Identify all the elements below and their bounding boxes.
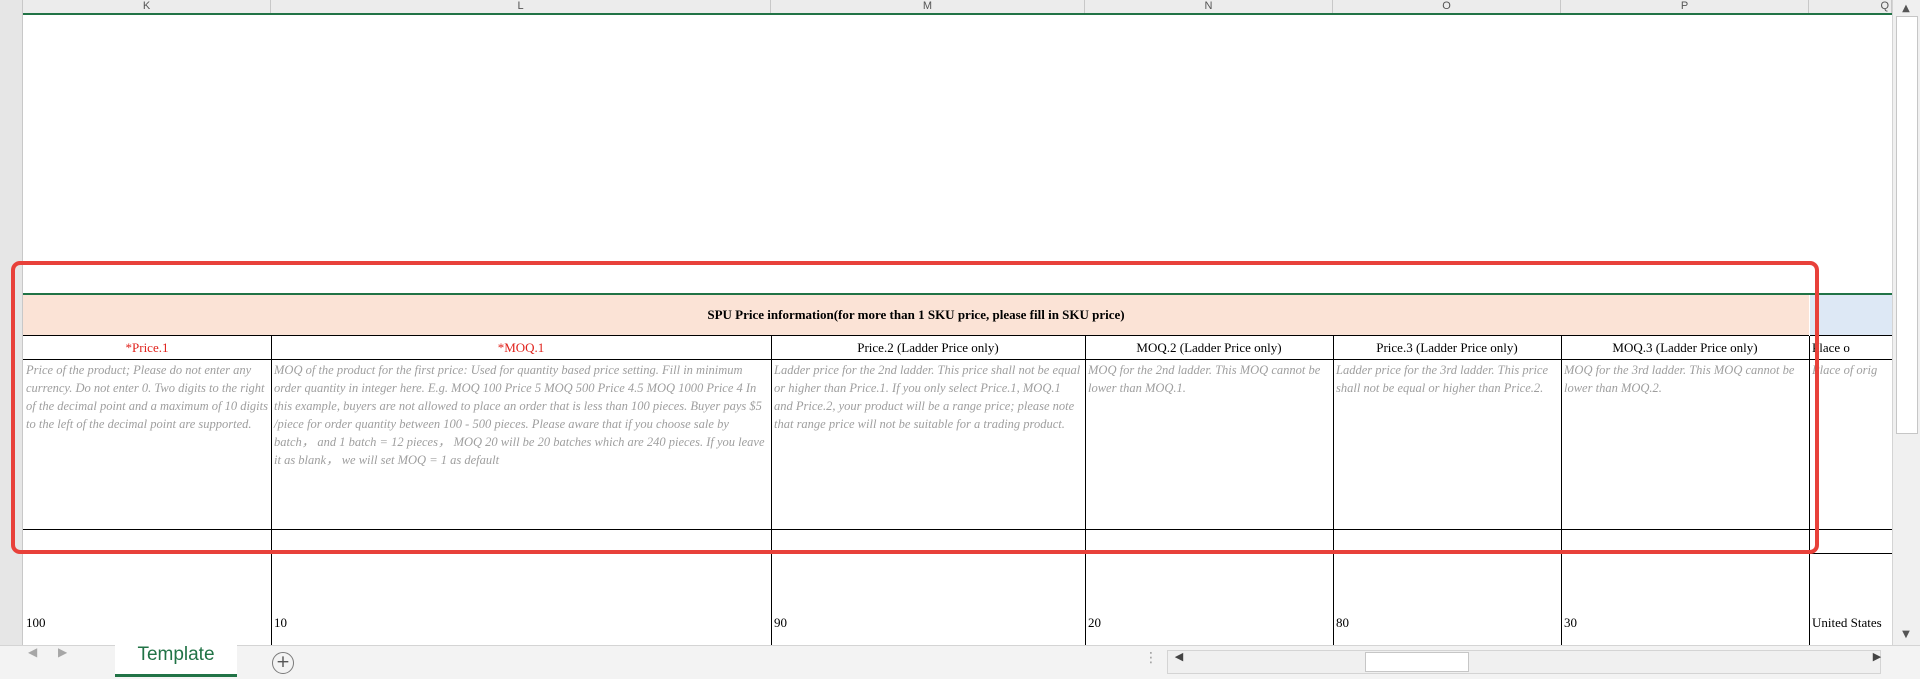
cell-value-price-2[interactable]: 90 — [771, 615, 787, 631]
cell-value-moq-2[interactable]: 20 — [1085, 615, 1101, 631]
column-header-n[interactable]: N — [1085, 0, 1333, 13]
field-header-place-of-origin[interactable]: Place o — [1812, 336, 1892, 359]
vertical-scroll-thumb[interactable] — [1896, 16, 1918, 434]
column-header-p[interactable]: P — [1561, 0, 1809, 13]
tab-splitter-handle-icon[interactable]: ⋮ — [1144, 650, 1158, 666]
scroll-left-arrow-icon[interactable]: ◀ — [1168, 650, 1190, 672]
sheet-tab-template[interactable]: Template — [115, 644, 237, 677]
cell-value-price-3[interactable]: 80 — [1333, 615, 1349, 631]
cell-value-place-of-origin[interactable]: United States — [1809, 615, 1892, 631]
column-header-q[interactable]: Q — [1809, 0, 1892, 13]
tab-scroll-right-icon[interactable]: ▶ — [58, 645, 67, 678]
horizontal-scrollbar[interactable] — [1167, 650, 1881, 674]
highlight-box — [11, 261, 1819, 554]
column-header-l[interactable]: L — [271, 0, 771, 13]
scroll-down-arrow-icon[interactable]: ▼ — [1892, 626, 1920, 644]
cell-value-moq-1[interactable]: 10 — [271, 615, 287, 631]
horizontal-scroll-thumb[interactable] — [1365, 652, 1469, 672]
cell-value-moq-3[interactable]: 30 — [1561, 615, 1577, 631]
column-header-m[interactable]: M — [771, 0, 1085, 13]
scroll-right-arrow-icon[interactable]: ▶ — [1866, 650, 1888, 672]
add-sheet-icon[interactable]: + — [272, 652, 294, 674]
field-description-place-of-origin[interactable]: Place of orig — [1809, 361, 1892, 527]
cell-value-price-1[interactable]: 100 — [23, 615, 46, 631]
adjacent-section-band[interactable] — [1810, 295, 1892, 336]
tab-scroll-left-icon[interactable]: ◀ — [28, 645, 37, 678]
column-header-o[interactable]: O — [1333, 0, 1561, 13]
column-header-k[interactable]: K — [23, 0, 271, 13]
